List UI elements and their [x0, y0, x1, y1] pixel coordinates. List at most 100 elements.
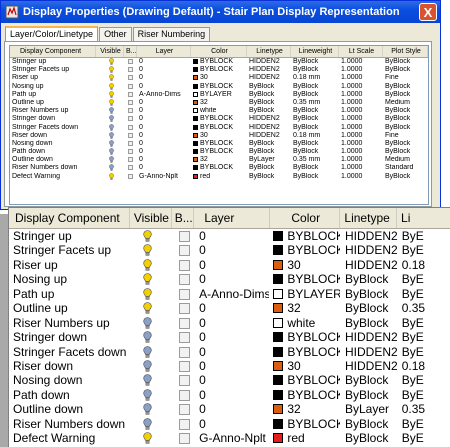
lightbulb-on-icon[interactable]	[109, 58, 114, 65]
visible-cell[interactable]	[130, 229, 172, 243]
plot-style-cell[interactable]: ByBlock	[383, 107, 428, 115]
plot-style-cell[interactable]: ByBlock	[383, 66, 428, 74]
by-style-cell[interactable]	[124, 99, 137, 107]
color-cell[interactable]: 30	[269, 258, 340, 272]
linetype-cell[interactable]: HIDDEN2	[247, 66, 291, 74]
lineweight-cell[interactable]: ByE	[397, 388, 450, 402]
by-style-cell[interactable]	[124, 83, 137, 91]
col-color[interactable]: Color	[191, 46, 247, 57]
lightbulb-off-icon[interactable]	[109, 115, 114, 123]
by-style-cell[interactable]	[124, 58, 137, 66]
visible-cell[interactable]	[130, 287, 172, 301]
linetype-cell[interactable]: HIDDEN2	[247, 74, 291, 82]
by-style-cell[interactable]	[172, 330, 194, 344]
by-style-cell[interactable]	[172, 316, 194, 330]
lineweight-cell[interactable]: 0.35	[397, 402, 450, 416]
table-row[interactable]: Nosing down 0 BYBLOCK ByBlock ByBlock 1.0000 B…	[10, 140, 428, 148]
by-style-cell[interactable]	[124, 115, 137, 123]
by-style-cell[interactable]	[172, 417, 194, 431]
lt-scale-cell[interactable]: 1.0000	[339, 66, 383, 74]
linetype-cell[interactable]: ByBlock	[247, 107, 291, 115]
zoom-col-linetype[interactable]: Linetype	[340, 208, 398, 228]
lightbulb-on-icon[interactable]	[109, 172, 114, 180]
table-row[interactable]: Defect Warning G-Anno-Nplt red ByBlock ByE	[9, 431, 450, 445]
linetype-cell[interactable]: ByBlock	[340, 388, 397, 402]
checkbox[interactable]	[179, 245, 190, 257]
by-style-cell[interactable]	[172, 373, 194, 387]
lightbulb-off-icon[interactable]	[109, 164, 114, 172]
linetype-cell[interactable]: ByBlock	[247, 83, 291, 91]
lt-scale-cell[interactable]: 1.0000	[339, 148, 383, 156]
plot-style-cell[interactable]: Standard	[383, 164, 428, 172]
lineweight-cell[interactable]: ByBlock	[291, 124, 339, 132]
linetype-cell[interactable]: HIDDEN2	[247, 115, 291, 123]
by-style-cell[interactable]	[172, 258, 194, 272]
layer-cell[interactable]: A-Anno-Dims	[194, 287, 269, 301]
layer-cell[interactable]: G-Anno-Nplt	[194, 431, 269, 445]
table-row[interactable]: Outline down 0 32 ByLayer 0.35	[9, 402, 450, 416]
plot-style-cell[interactable]: Fine	[383, 132, 428, 140]
table-row[interactable]: Riser up 0 30 HIDDEN2 0.18 mm 1.0000 Fine	[10, 74, 428, 82]
layer-cell[interactable]: 0	[137, 107, 191, 115]
lt-scale-cell[interactable]: 1.0000	[339, 132, 383, 140]
visible-cell[interactable]	[130, 388, 172, 402]
checkbox[interactable]	[128, 132, 133, 138]
lineweight-cell[interactable]: ByBlock	[291, 83, 339, 91]
checkbox[interactable]	[128, 157, 133, 163]
linetype-cell[interactable]: HIDDEN2	[340, 330, 397, 344]
visible-cell[interactable]	[130, 272, 172, 286]
linetype-cell[interactable]: HIDDEN2	[340, 345, 397, 359]
color-cell[interactable]: 30	[191, 132, 247, 140]
by-style-cell[interactable]	[124, 148, 137, 156]
lightbulb-off-icon[interactable]	[109, 123, 114, 131]
layer-cell[interactable]: 0	[194, 417, 269, 431]
col-plot-style[interactable]: Plot Style	[383, 46, 428, 57]
by-style-cell[interactable]	[124, 164, 137, 172]
checkbox[interactable]	[179, 259, 190, 271]
by-style-cell[interactable]	[172, 243, 194, 257]
lightbulb-on-icon[interactable]	[109, 74, 114, 82]
table-row[interactable]: Path down 0 BYBLOCK ByBlock ByE	[9, 388, 450, 402]
color-cell[interactable]: BYBLOCK	[269, 417, 340, 431]
checkbox[interactable]	[179, 317, 190, 329]
color-cell[interactable]: white	[191, 107, 247, 115]
linetype-cell[interactable]: ByBlock	[340, 287, 397, 301]
color-cell[interactable]: BYBLOCK	[191, 140, 247, 148]
lightbulb-off-icon[interactable]	[109, 156, 114, 163]
lineweight-cell[interactable]: ByBlock	[291, 140, 339, 148]
table-row[interactable]: Stringer Facets down 0 BYBLOCK HIDDEN2 ByBlo…	[10, 124, 428, 132]
table-row[interactable]: Stringer up 0 BYBLOCK HIDDEN2 ByE	[9, 229, 450, 243]
color-cell[interactable]: BYLAYER	[191, 91, 247, 99]
checkbox[interactable]	[128, 165, 133, 171]
title-bar[interactable]: Display Properties (Drawing Default) - S…	[1, 1, 440, 23]
visible-cell[interactable]	[130, 330, 172, 344]
lineweight-cell[interactable]: ByBlock	[291, 58, 339, 66]
linetype-cell[interactable]: ByBlock	[247, 173, 291, 181]
color-cell[interactable]: 32	[269, 301, 340, 315]
lineweight-cell[interactable]: 0.35	[397, 301, 450, 315]
visible-cell[interactable]	[96, 90, 124, 99]
checkbox[interactable]	[179, 360, 190, 372]
lineweight-cell[interactable]: ByE	[397, 316, 450, 330]
zoom-col-color[interactable]: Color	[270, 208, 341, 228]
lightbulb-off-icon[interactable]	[109, 148, 114, 155]
visible-cell[interactable]	[130, 431, 172, 445]
linetype-cell[interactable]: ByBlock	[247, 148, 291, 156]
linetype-cell[interactable]: HIDDEN2	[340, 243, 397, 257]
lightbulb-off-icon[interactable]	[143, 345, 152, 358]
lt-scale-cell[interactable]: 1.0000	[339, 115, 383, 123]
lineweight-cell[interactable]: ByE	[397, 229, 450, 243]
layer-cell[interactable]: 0	[194, 345, 269, 359]
col-visible[interactable]: Visible	[96, 46, 124, 57]
lt-scale-cell[interactable]: 1.0000	[339, 99, 383, 107]
layer-cell[interactable]: 0	[137, 124, 191, 132]
linetype-cell[interactable]: ByBlock	[340, 272, 397, 286]
lightbulb-off-icon[interactable]	[143, 374, 152, 387]
layer-cell[interactable]: 0	[194, 272, 269, 286]
table-row[interactable]: Outline up 0 32 ByBlock 0.35 mm 1.0000 Medium	[10, 99, 428, 107]
col-b[interactable]: B...	[124, 46, 137, 57]
col-display-component[interactable]: Display Component	[10, 46, 96, 57]
table-row[interactable]: Riser Numbers up 0 white ByBlock ByBlock 1.00…	[10, 107, 428, 115]
visible-cell[interactable]	[96, 172, 124, 181]
lineweight-cell[interactable]: ByE	[397, 431, 450, 445]
